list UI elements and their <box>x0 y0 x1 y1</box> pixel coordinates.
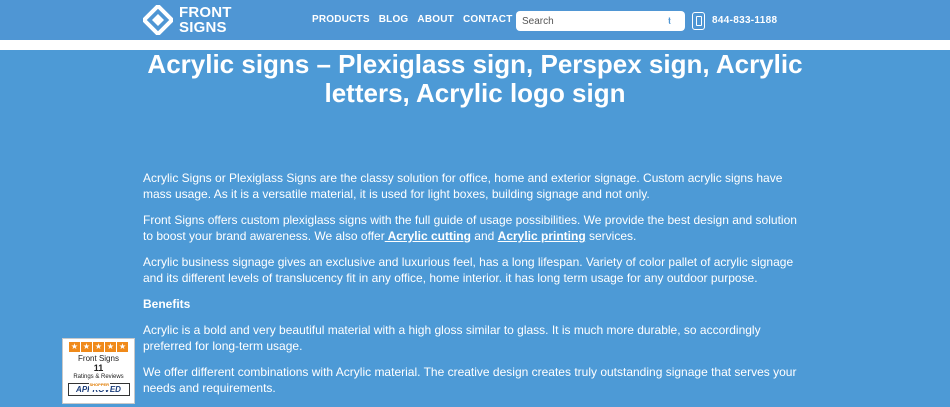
page-title: Acrylic signs – Plexiglass sign, Perspex… <box>147 49 803 108</box>
shopper-approved-badge[interactable]: ★ ★ ★ ★ ★ Front Signs 11 Ratings & Revie… <box>62 338 135 404</box>
paragraph-benefit-1: Acrylic is a bold and very beautiful mat… <box>143 323 761 353</box>
shopper-tag: SHOPPER <box>88 379 111 390</box>
logo-line-1: FRONT <box>179 4 232 21</box>
paragraph-benefit-2: We offer different combinations with Acr… <box>143 365 797 395</box>
benefits-heading: Benefits <box>143 297 191 311</box>
logo-diamond-icon <box>143 5 173 35</box>
badge-company-name: Front Signs <box>78 354 119 363</box>
search-box: 𝐭 <box>516 11 685 31</box>
main-nav: PRODUCTS BLOG ABOUT CONTACT <box>312 14 522 25</box>
rating-stars: ★ ★ ★ ★ ★ <box>63 342 134 352</box>
paragraph-business: Acrylic business signage gives an exclus… <box>143 255 794 285</box>
phone-icon <box>692 12 705 30</box>
paragraph-offer: Front Signs offers custom plexiglass sig… <box>143 212 807 244</box>
star-icon: ★ <box>93 342 104 352</box>
paragraph-intro: Acrylic Signs or Plexiglass Signs are th… <box>143 171 783 201</box>
search-icon[interactable]: 𝐭 <box>668 16 671 27</box>
nav-about[interactable]: ABOUT <box>417 14 454 25</box>
logo-text: FRONT SIGNS <box>179 5 232 35</box>
paragraph-offer-and: and <box>470 229 498 243</box>
site-header: FRONT SIGNS PRODUCTS BLOG ABOUT CONTACT … <box>0 0 950 40</box>
nav-blog[interactable]: BLOG <box>379 14 409 25</box>
front-signs-logo[interactable]: FRONT SIGNS <box>143 3 232 37</box>
star-icon: ★ <box>81 342 92 352</box>
article-body: Acrylic Signs or Plexiglass Signs are th… <box>143 170 807 406</box>
logo-line-2: SIGNS <box>179 19 227 36</box>
star-icon: ★ <box>117 342 128 352</box>
star-icon: ★ <box>69 342 80 352</box>
approved-seal: SHOPPER APPROVED <box>67 379 130 396</box>
phone-number[interactable]: 844-833-1188 <box>712 15 777 26</box>
nav-products[interactable]: PRODUCTS <box>312 14 370 25</box>
paragraph-offer-end: services. <box>585 229 637 243</box>
search-input[interactable] <box>516 15 666 27</box>
acrylic-printing-link[interactable]: Acrylic printing <box>498 229 586 243</box>
star-icon: ★ <box>105 342 116 352</box>
acrylic-cutting-link[interactable]: Acrylic cutting <box>385 229 471 243</box>
badge-review-count: 11 <box>93 363 104 373</box>
nav-contact[interactable]: CONTACT <box>463 14 513 25</box>
